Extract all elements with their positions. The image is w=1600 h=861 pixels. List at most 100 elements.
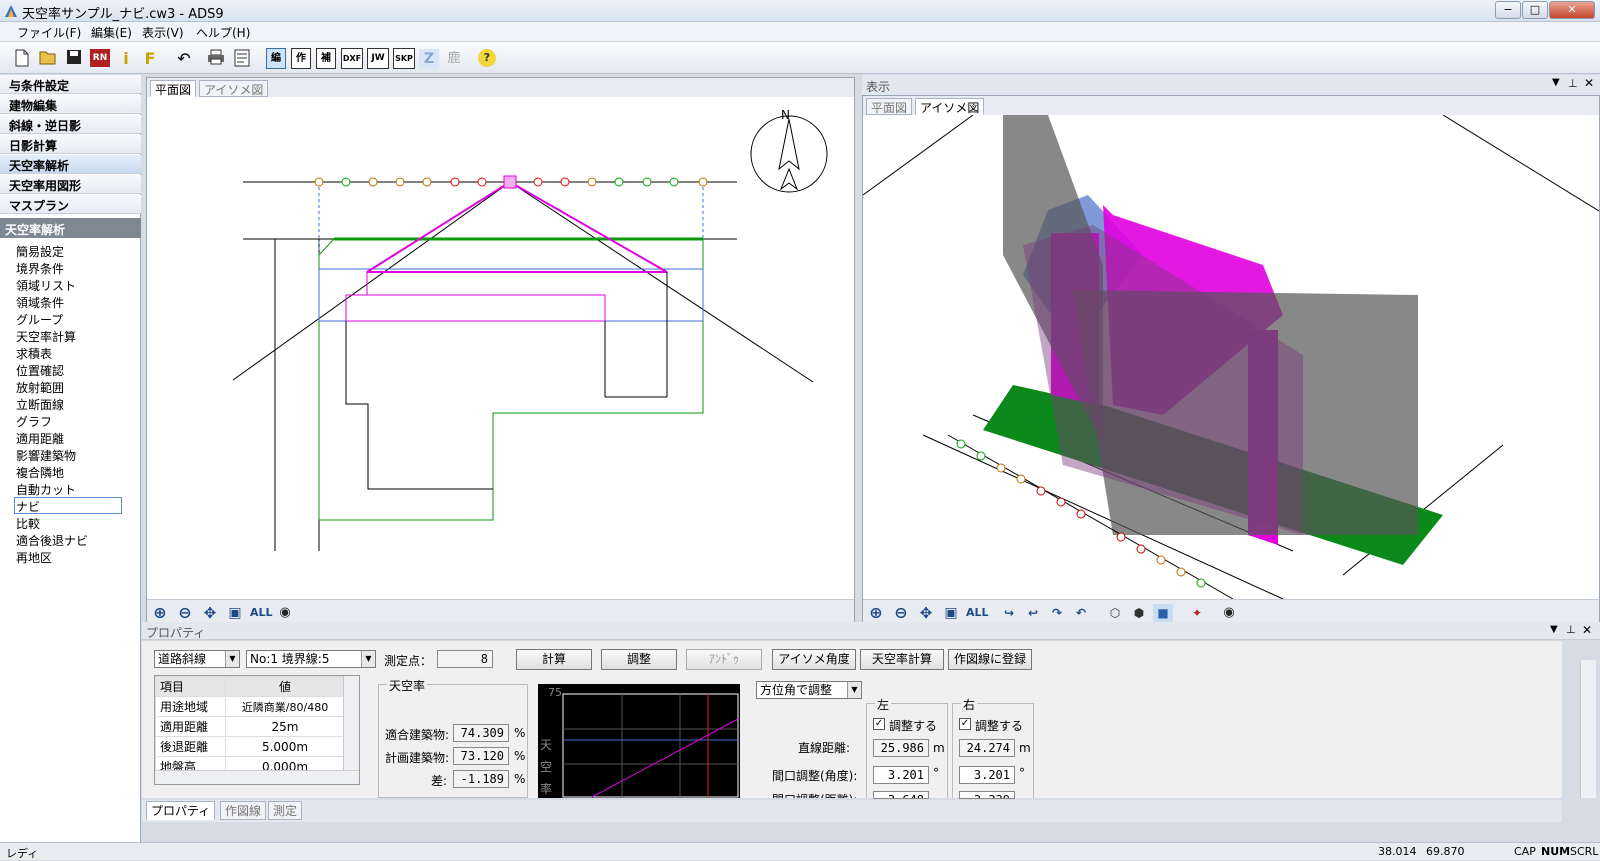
menu-view[interactable]: 表示(V) xyxy=(142,24,184,41)
panel-pin-icon[interactable]: ⊥ xyxy=(1566,623,1576,636)
tab-draw-lines[interactable]: 作図線 xyxy=(220,801,267,820)
menu-edit[interactable]: 編集(E) xyxy=(91,24,132,41)
nav-item-setback-navi[interactable]: 適合後退ナビ xyxy=(16,532,88,549)
rn-icon[interactable]: RN xyxy=(90,49,110,67)
zoom-window-icon[interactable]: ▣ xyxy=(941,604,961,622)
nav-item-apply-distance[interactable]: 適用距離 xyxy=(16,430,64,447)
zoom-in-icon[interactable]: ⊕ xyxy=(866,604,886,622)
panel-menu-icon[interactable]: ▼ xyxy=(1552,77,1560,88)
tab-isometric[interactable]: アイソメ図 xyxy=(199,80,269,97)
category-conditions[interactable]: 与条件設定 xyxy=(0,75,141,94)
preview-icon[interactable] xyxy=(232,49,252,69)
zoom-all-button[interactable]: ALL xyxy=(966,604,989,622)
tab-isometric-2[interactable]: アイソメ図 xyxy=(915,98,985,115)
cube-wire-icon[interactable]: ⬡ xyxy=(1105,604,1125,622)
maximize-button[interactable]: □ xyxy=(1522,1,1548,19)
menu-help[interactable]: ヘルプ(H) xyxy=(196,24,250,41)
rotate-right-icon[interactable]: ↩ xyxy=(1023,604,1043,622)
right-adjust-checkbox[interactable]: ✓ xyxy=(959,718,971,730)
info-icon[interactable]: i xyxy=(116,49,136,69)
pan-icon[interactable]: ✥ xyxy=(200,604,220,622)
jw-button[interactable]: JW xyxy=(367,48,389,69)
tab-plan-2[interactable]: 平面図 xyxy=(866,98,913,115)
panel-pin-icon[interactable]: ⊥ xyxy=(1568,77,1578,90)
draw-mode-button[interactable]: 作 xyxy=(291,48,311,69)
tab-measure[interactable]: 測定 xyxy=(268,801,303,820)
zoom-window-icon[interactable]: ▣ xyxy=(225,604,245,622)
save-icon[interactable] xyxy=(64,49,84,69)
display-eye-icon[interactable]: ◉ xyxy=(1219,604,1239,622)
orbit-icon[interactable]: ✦ xyxy=(1187,604,1207,622)
right-angle-input[interactable]: 3.201 xyxy=(959,766,1015,784)
undo-icon[interactable]: ↶ xyxy=(174,49,194,69)
nav-item-section-line[interactable]: 立断面線 xyxy=(16,396,64,413)
nav-item-sky-calc[interactable]: 天空率計算 xyxy=(16,328,76,345)
left-adjust-checkbox[interactable]: ✓ xyxy=(873,718,885,730)
right-front-distance-input[interactable]: 3.339 xyxy=(959,791,1015,799)
adjust-method-combo[interactable]: 方位角で調整 ▼ xyxy=(756,681,862,699)
category-building-edit[interactable]: 建物編集 xyxy=(0,95,141,114)
nav-item-composite-neighbor[interactable]: 複合隣地 xyxy=(16,464,64,481)
skp-button[interactable]: SKP xyxy=(393,48,415,69)
print-icon[interactable] xyxy=(206,49,226,69)
deer-icon[interactable]: 鹿 xyxy=(444,49,464,69)
pan-icon[interactable]: ✥ xyxy=(916,604,936,622)
calc-button[interactable]: 計算 xyxy=(516,649,592,670)
category-shadow-calc[interactable]: 日影計算 xyxy=(0,135,141,154)
category-sky-analysis[interactable]: 天空率解析 xyxy=(0,155,141,174)
minimize-button[interactable]: − xyxy=(1495,1,1521,19)
nav-item-region-condition[interactable]: 領域条件 xyxy=(16,294,64,311)
adjust-button[interactable]: 調整 xyxy=(601,649,677,670)
panel-menu-icon[interactable]: ▼ xyxy=(1550,624,1558,635)
nav-item-radial-range[interactable]: 放射範囲 xyxy=(16,379,64,396)
nav-item-navi[interactable]: ナビ xyxy=(14,497,122,514)
table-scrollbar[interactable] xyxy=(343,676,359,770)
panel-close-icon[interactable]: ✕ xyxy=(1584,76,1594,90)
zoom-out-icon[interactable]: ⊖ xyxy=(891,604,911,622)
nav-item-boundary[interactable]: 境界条件 xyxy=(16,260,64,277)
category-mass-plan[interactable]: マスプラン xyxy=(0,195,141,214)
nav-item-area-table[interactable]: 求積表 xyxy=(16,345,52,362)
slant-type-combo[interactable]: 道路斜線 ▼ xyxy=(154,650,240,668)
nav-item-affecting-buildings[interactable]: 影響建築物 xyxy=(16,447,76,464)
cube-hidden-icon[interactable]: ⬢ xyxy=(1129,604,1149,622)
undo-button[interactable]: ｱﾝﾄﾞｩ xyxy=(686,649,762,670)
cube-shaded-icon[interactable]: ■ xyxy=(1153,604,1173,622)
aux-mode-button[interactable]: 補 xyxy=(316,48,336,69)
close-button[interactable]: ✕ xyxy=(1549,1,1595,19)
nav-item-auto-cut[interactable]: 自動カット xyxy=(16,481,76,498)
plan-drawing-canvas[interactable]: N xyxy=(147,97,854,599)
left-angle-input[interactable]: 3.201 xyxy=(873,766,929,784)
nav-item-simple-setting[interactable]: 簡易設定 xyxy=(16,243,64,260)
table-row[interactable]: 用途地域 近隣商業/80/480 xyxy=(155,696,345,717)
zoom-all-button[interactable]: ALL xyxy=(250,604,273,622)
zoom-in-icon[interactable]: ⊕ xyxy=(150,604,170,622)
display-eye-icon[interactable]: ◉ xyxy=(275,604,295,622)
table-row[interactable]: 後退距離 5.000m xyxy=(155,736,345,757)
left-front-distance-input[interactable]: 3.648 xyxy=(873,791,929,799)
tab-plan[interactable]: 平面図 xyxy=(150,80,197,97)
iso-angle-button[interactable]: アイソメ角度 xyxy=(772,649,856,670)
new-file-icon[interactable] xyxy=(12,49,32,69)
boundary-combo[interactable]: No:1 境界線:5 ▼ xyxy=(246,650,376,668)
f-icon[interactable]: F xyxy=(140,49,160,69)
category-sky-figures[interactable]: 天空率用図形 xyxy=(0,175,141,194)
nav-item-region-list[interactable]: 領域リスト xyxy=(16,277,76,294)
zoom-out-icon[interactable]: ⊖ xyxy=(175,604,195,622)
dxf-button[interactable]: DXF xyxy=(341,48,363,69)
isometric-drawing-canvas[interactable] xyxy=(863,115,1599,599)
table-hscrollbar[interactable] xyxy=(155,770,359,784)
panel-close-icon[interactable]: ✕ xyxy=(1582,623,1592,637)
open-folder-icon[interactable] xyxy=(38,49,58,69)
sky-calc-button[interactable]: 天空率計算 xyxy=(860,649,944,670)
rotate-left-icon[interactable]: ↪ xyxy=(999,604,1019,622)
edit-mode-button[interactable]: 編 xyxy=(266,48,286,69)
tab-properties[interactable]: プロパティ xyxy=(146,801,216,820)
category-slant-shadow[interactable]: 斜線・逆日影 xyxy=(0,115,141,134)
nav-item-graph[interactable]: グラフ xyxy=(16,413,52,430)
nav-item-position-check[interactable]: 位置確認 xyxy=(16,362,64,379)
property-scrollbar[interactable] xyxy=(1580,660,1596,798)
table-row[interactable]: 適用距離 25m xyxy=(155,716,345,737)
rotate-up-icon[interactable]: ↷ xyxy=(1047,604,1067,622)
nav-item-redistrict[interactable]: 再地区 xyxy=(16,549,52,566)
